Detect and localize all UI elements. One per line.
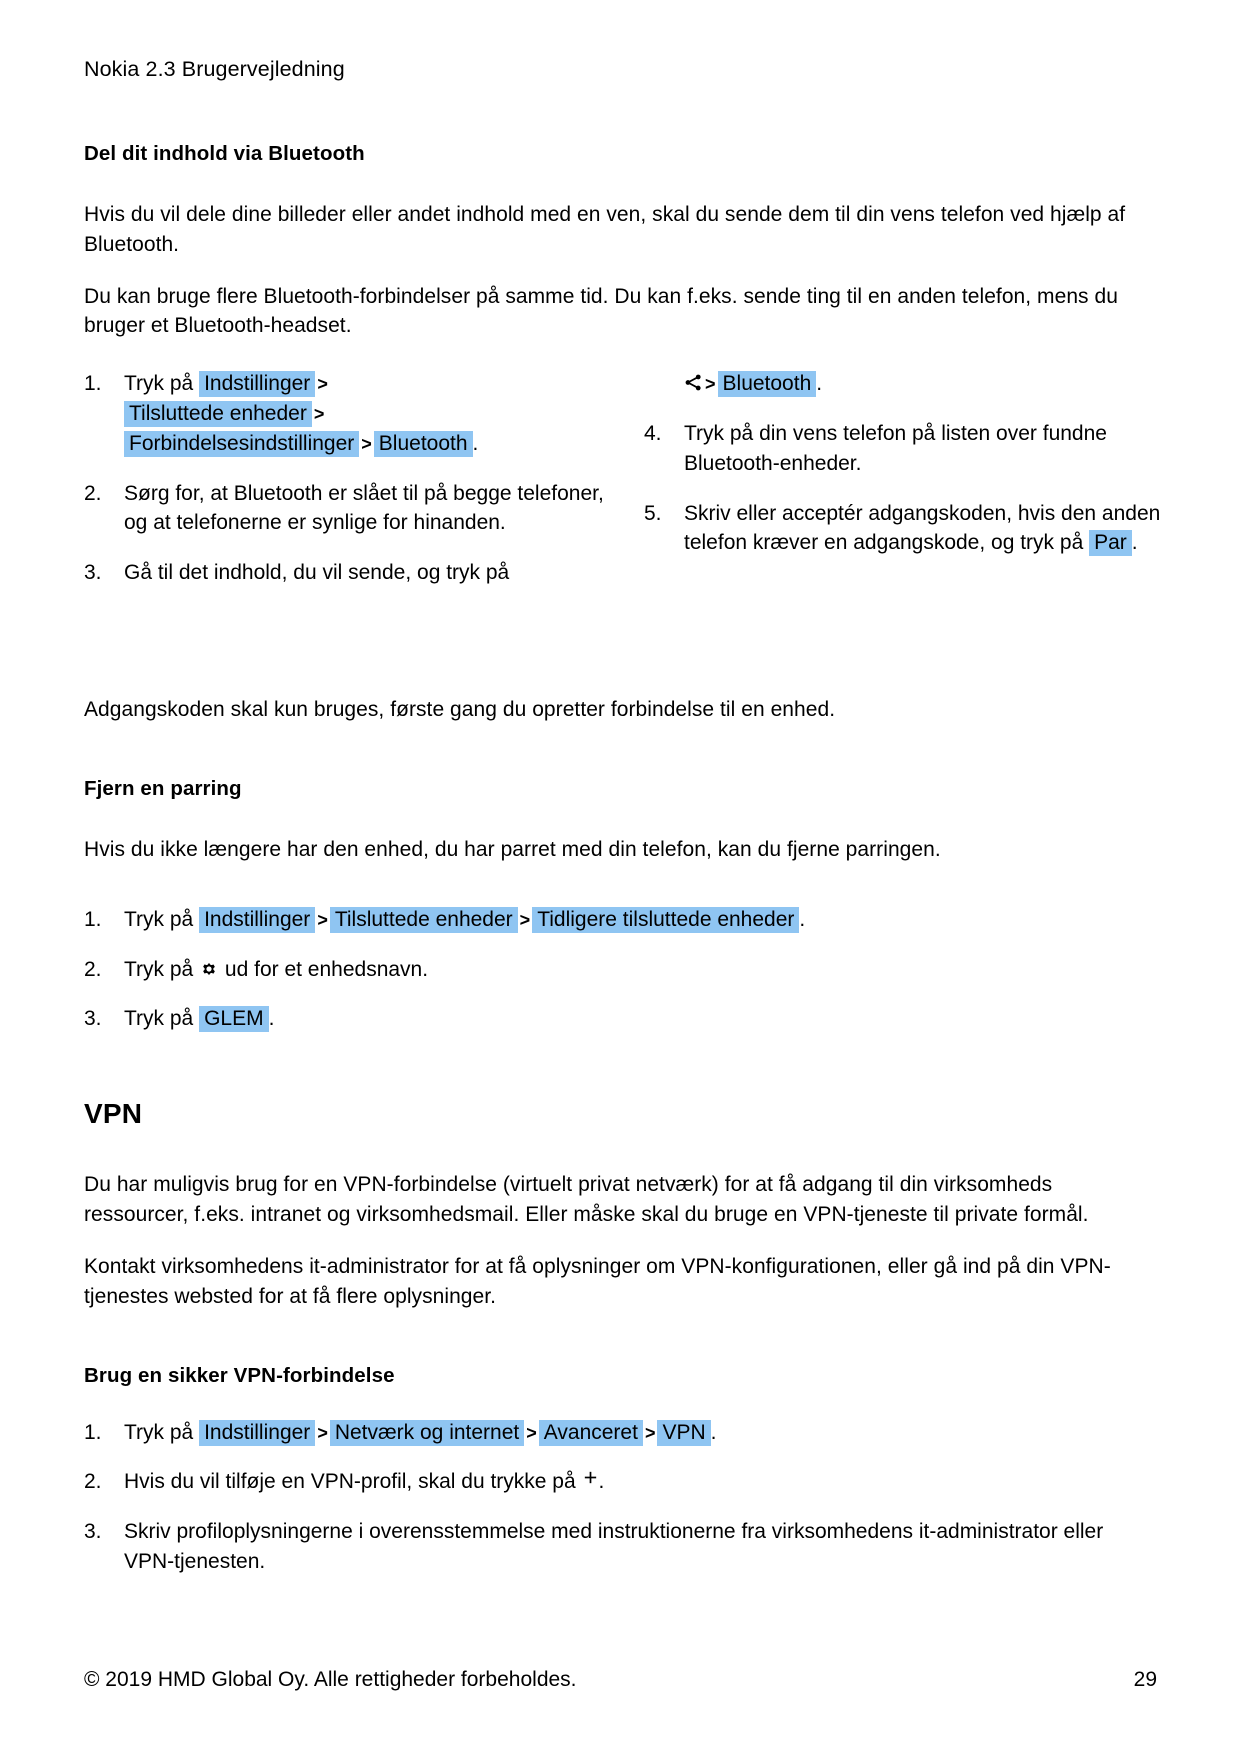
step-number: 4. xyxy=(644,422,662,445)
ui-chip-vpn[interactable]: VPN xyxy=(657,1419,711,1446)
step-number: 5. xyxy=(644,501,662,525)
list-item: 1. Tryk på Indstillinger > Tilsluttede enh… xyxy=(84,369,604,458)
list-item: 3. Tryk på GLEM. xyxy=(84,1004,1157,1034)
list-item: 5. Skriv eller acceptér adgangskoden, hvi… xyxy=(644,499,1164,559)
vpn-paragraph-2: Kontakt virksomhedens it-administrator f… xyxy=(84,1254,1111,1308)
ui-chip-netvaerk-og-internet[interactable]: Netværk og internet xyxy=(329,1419,525,1446)
heading-fjern-en-parring: Fjern en parring xyxy=(84,777,242,800)
list-item: 2. Sørg for, at Bluetooth er slået til på… xyxy=(84,479,604,539)
share-icon xyxy=(684,371,703,391)
ui-chip-indstillinger[interactable]: Indstillinger xyxy=(199,371,316,398)
chevron-separator: > xyxy=(317,909,328,930)
heading-brug-en-sikker-vpn-forbindelse: Brug en sikker VPN-forbindelse xyxy=(84,1363,395,1387)
step-lead-text: Tryk på xyxy=(124,957,194,981)
step-number: 2. xyxy=(84,957,102,981)
step-period: . xyxy=(799,907,806,931)
bluetooth-steps-list-right: 4. Tryk på din vens telefon på listen ove… xyxy=(644,419,1164,558)
list-item: 1. Tryk på Indstillinger > Tilsluttede enhe… xyxy=(84,905,1157,935)
step-text: Tryk på din vens telefon på listen over … xyxy=(684,422,1107,475)
chevron-separator: > xyxy=(361,433,372,454)
bluetooth-note: Adgangskoden skal kun bruges, første gan… xyxy=(84,698,836,722)
chevron-separator: > xyxy=(705,374,716,395)
step-period: . xyxy=(1131,531,1138,555)
ui-chip-tilsluttede-enheder[interactable]: Tilsluttede enheder xyxy=(124,401,312,427)
list-item: 1. Tryk på Indstillinger > Netværk og inter… xyxy=(84,1418,1157,1448)
list-item: 3. Gå til det indhold, du vil sende, og t… xyxy=(84,558,604,588)
ui-chip-tidligere-tilsluttede-enheder[interactable]: Tidligere tilsluttede enheder xyxy=(532,906,800,933)
step-period: . xyxy=(710,1420,717,1444)
bluetooth-paragraph-1: Hvis du vil dele dine billeder eller and… xyxy=(84,202,1126,256)
ui-chip-bluetooth[interactable]: Bluetooth xyxy=(717,371,817,398)
ui-chip-bluetooth[interactable]: Bluetooth xyxy=(373,430,473,457)
step-period: . xyxy=(472,431,479,455)
running-head: Nokia 2.3 Brugervejledning xyxy=(84,57,345,81)
step-text: Skriv profiloplysningerne i overensstemm… xyxy=(124,1520,1104,1573)
step-period: . xyxy=(598,1470,605,1494)
vpn-paragraph-1: Du har muligvis brug for en VPN-forbinde… xyxy=(84,1173,1089,1227)
step-tail-text: ud for et enhedsnavn. xyxy=(224,957,429,981)
page-footer: © 2019 HMD Global Oy. Alle rettigheder f… xyxy=(84,1668,1157,1692)
step-number: 2. xyxy=(84,481,102,505)
chevron-separator: > xyxy=(317,1422,328,1443)
ui-chip-par[interactable]: Par xyxy=(1089,530,1132,557)
unpair-paragraph: Hvis du ikke længere har den enhed, du h… xyxy=(84,838,941,861)
list-item: 4. Tryk på din vens telefon på listen ove… xyxy=(644,419,1164,479)
vpn-secure-steps-list: 1. Tryk på Indstillinger > Netværk og inter… xyxy=(84,1418,1157,1577)
step-lead-text: Tryk på xyxy=(124,907,194,931)
step-number: 3. xyxy=(84,1007,102,1031)
step-number: 1. xyxy=(84,372,102,396)
plus-icon xyxy=(582,1469,599,1490)
ui-chip-glem[interactable]: GLEM xyxy=(199,1006,269,1033)
step-text: Gå til det indhold, du vil sende, og try… xyxy=(124,561,510,585)
step-period: . xyxy=(268,1007,275,1031)
list-item: 3. Skriv profiloplysningerne i overensste… xyxy=(84,1517,1157,1577)
chevron-separator: > xyxy=(644,1422,656,1443)
step-lead-text: Tryk på xyxy=(124,372,194,396)
step-number: 3. xyxy=(84,1520,102,1544)
chevron-separator: > xyxy=(317,374,328,395)
step-lead-text: Hvis du vil tilføje en VPN-profil, skal … xyxy=(124,1470,576,1494)
heading-vpn: VPN xyxy=(84,1098,143,1130)
chevron-separator: > xyxy=(526,1422,537,1443)
ui-chip-avanceret[interactable]: Avanceret xyxy=(538,1419,643,1446)
step-text: Sørg for, at Bluetooth er slået til på b… xyxy=(124,481,604,535)
step-lead-text: Tryk på xyxy=(124,1420,194,1444)
gear-icon xyxy=(199,958,219,978)
step-number: 1. xyxy=(84,907,102,931)
step-number: 1. xyxy=(84,1420,102,1444)
step-number: 3. xyxy=(84,561,102,585)
unpair-steps-list: 1. Tryk på Indstillinger > Tilsluttede enhe… xyxy=(84,905,1157,1034)
ui-chip-forbindelsesindstillinger[interactable]: Forbindelsesindstillinger xyxy=(124,430,360,457)
step-number: 2. xyxy=(84,1470,102,1494)
list-item: 2. Hvis du vil tilføje en VPN-profil, ska… xyxy=(84,1467,1157,1497)
document-page: Nokia 2.3 Brugervejledning Del dit indho… xyxy=(0,0,1241,1754)
ui-chip-indstillinger[interactable]: Indstillinger xyxy=(199,906,316,933)
step-period: . xyxy=(816,372,823,396)
ui-chip-tilsluttede-enheder[interactable]: Tilsluttede enheder xyxy=(329,906,518,933)
chevron-separator: > xyxy=(313,404,325,424)
bluetooth-steps-column-left: 1. Tryk på Indstillinger > Tilsluttede enh… xyxy=(84,369,604,588)
heading-del-dit-indhold-via-bluetooth: Del dit indhold via Bluetooth xyxy=(84,141,365,165)
bluetooth-paragraph-2: Du kan bruge flere Bluetooth-forbindelse… xyxy=(84,284,1118,338)
step3-continuation: > Bluetooth. xyxy=(644,369,1164,399)
list-item: 2. Tryk på ud for et enhedsnavn. xyxy=(84,955,1157,985)
step-lead-text: Tryk på xyxy=(124,1007,194,1031)
bluetooth-steps-list-left: 1. Tryk på Indstillinger > Tilsluttede enh… xyxy=(84,369,604,588)
chevron-separator: > xyxy=(519,909,531,930)
page-number: 29 xyxy=(1133,1668,1157,1691)
copyright-notice: © 2019 HMD Global Oy. Alle rettigheder f… xyxy=(84,1668,577,1691)
bluetooth-steps-column-right: > Bluetooth. 4. Tryk på din vens telefon p… xyxy=(644,369,1164,558)
ui-chip-indstillinger[interactable]: Indstillinger xyxy=(199,1419,316,1446)
bluetooth-steps-two-column: 1. Tryk på Indstillinger > Tilsluttede enh… xyxy=(84,369,1160,619)
